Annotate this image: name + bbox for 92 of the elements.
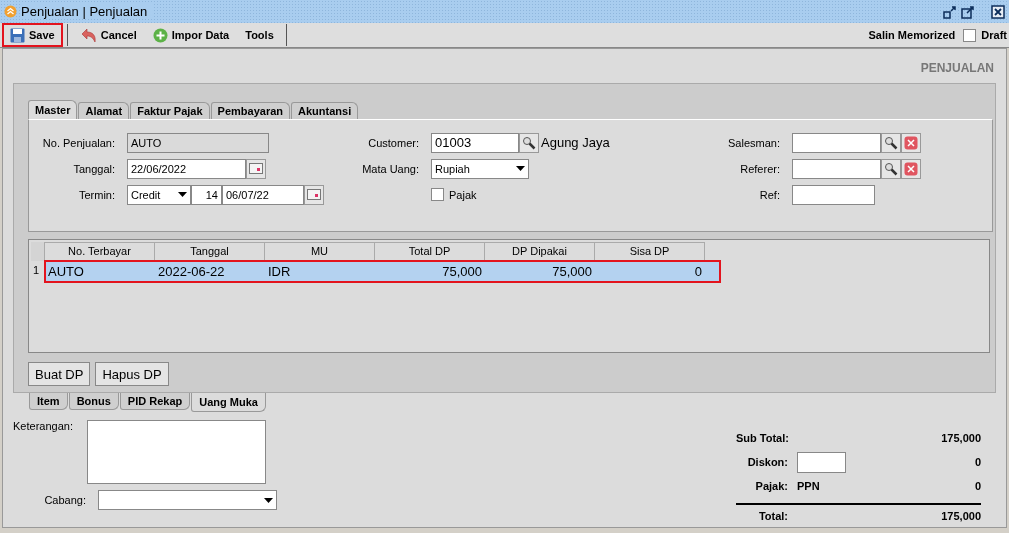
input-field[interactable] [792, 158, 881, 179]
column-header: Sisa DP [595, 241, 705, 261]
search-button[interactable] [881, 132, 901, 153]
input-field[interactable]: 14 [191, 184, 222, 205]
tab[interactable]: Alamat [78, 102, 130, 119]
tab[interactable]: Akuntansi [291, 102, 359, 119]
input-field[interactable] [792, 132, 881, 153]
memorized-label: Salin Memorized [867, 29, 957, 41]
dropdown[interactable]: Credit [127, 184, 191, 205]
table-cell-text: 75,000 [441, 262, 483, 281]
total-value: 175,000 [940, 510, 981, 522]
search-button[interactable] [519, 132, 539, 153]
column-header: MU [265, 241, 375, 261]
input-field[interactable]: AUTO [127, 132, 269, 153]
maximize-icon[interactable] [961, 4, 975, 19]
input-field[interactable] [792, 184, 875, 205]
column-header: DP Dipakai [485, 241, 595, 261]
plus-circle-icon [152, 27, 168, 43]
total-label: Sub Total: [736, 432, 788, 444]
clear-button[interactable] [901, 132, 921, 153]
field-label: Referer: [739, 162, 781, 175]
toolbar-button[interactable]: Cancel [71, 23, 145, 47]
column-header: Total DP [375, 241, 485, 261]
notes-field[interactable] [86, 420, 266, 484]
column-header: No. Terbayar [45, 241, 155, 261]
field-label: Mata Uang: [361, 162, 420, 175]
table-cell-text: 0 [693, 262, 703, 281]
field-label: Customer: [367, 136, 420, 149]
dp-button[interactable]: Hapus DP [95, 362, 169, 386]
checkbox-label: Pajak [449, 188, 477, 201]
calendar-button[interactable] [304, 184, 324, 205]
window-title: Penjualan | Penjualan [21, 4, 154, 19]
close-icon[interactable] [991, 4, 1005, 19]
search-icon [884, 161, 898, 176]
tab[interactable]: Item [29, 393, 68, 410]
table-cell-text: IDR [267, 262, 292, 281]
clear-button[interactable] [901, 158, 921, 179]
undo-arrow-icon [79, 27, 97, 43]
tab[interactable]: Faktur Pajak [130, 102, 210, 119]
search-button[interactable] [881, 158, 901, 179]
total-label: Total: [757, 510, 788, 522]
toolbar-button[interactable]: Tools [237, 23, 282, 47]
toolbar-button[interactable]: Impor Data [144, 23, 238, 47]
app-icon [4, 5, 17, 18]
input-field[interactable]: 06/07/22 [222, 184, 304, 205]
tab[interactable]: Bonus [68, 393, 119, 410]
pajak-checkbox[interactable] [431, 188, 444, 201]
calendar-icon [307, 189, 321, 200]
dropdown[interactable]: Rupiah [431, 158, 529, 179]
header-corner [31, 241, 45, 261]
customer-name: Agung Jaya [540, 135, 610, 150]
caret-icon [264, 497, 273, 503]
floppy-icon [10, 27, 25, 43]
tax-name: PPN [797, 480, 820, 492]
calendar-icon [249, 163, 263, 174]
draft-checkbox[interactable] [963, 28, 977, 42]
search-icon [522, 135, 536, 150]
column-header: Tanggal [155, 241, 265, 261]
table-cell-text: AUTO [47, 262, 85, 281]
field-label: Tanggal: [72, 162, 116, 175]
total-value: 0 [973, 456, 981, 468]
calendar-button[interactable] [246, 158, 266, 179]
clear-icon [904, 135, 918, 150]
field-label: Termin: [77, 188, 116, 201]
discount-field[interactable] [797, 451, 846, 473]
field-label: No. Penjualan: [41, 136, 116, 149]
input-field[interactable]: 22/06/2022 [127, 158, 246, 179]
input-field[interactable]: 01003 [431, 132, 519, 153]
caret-icon [178, 192, 187, 197]
field-label: Cabang: [43, 494, 87, 506]
dropdown[interactable] [98, 490, 277, 510]
caret-icon [516, 166, 525, 171]
table-cell-text: 2022-06-22 [157, 262, 226, 281]
field-label: Keterangan: [13, 420, 73, 434]
field-label: Ref: [758, 188, 781, 201]
field-label: Salesman: [727, 136, 781, 149]
row-number: 1 [33, 263, 40, 276]
dp-button[interactable]: Buat DP [28, 362, 91, 386]
total-value: 175,000 [940, 432, 981, 444]
clear-icon [904, 161, 918, 176]
tab[interactable]: PID Rekap [119, 393, 191, 410]
table-cell-text: 75,000 [551, 262, 593, 281]
search-icon [884, 135, 898, 150]
tab[interactable]: Uang Muka [191, 393, 266, 412]
restore-icon[interactable] [943, 4, 957, 19]
tab[interactable]: Pembayaran [210, 102, 290, 119]
total-label: Pajak: [754, 480, 788, 492]
tab[interactable]: Master [28, 100, 78, 119]
total-label: Diskon: [746, 456, 788, 468]
draft-label: Draft [981, 29, 1007, 41]
form-title: PENJUALAN [920, 61, 994, 75]
total-value: 0 [973, 480, 981, 492]
